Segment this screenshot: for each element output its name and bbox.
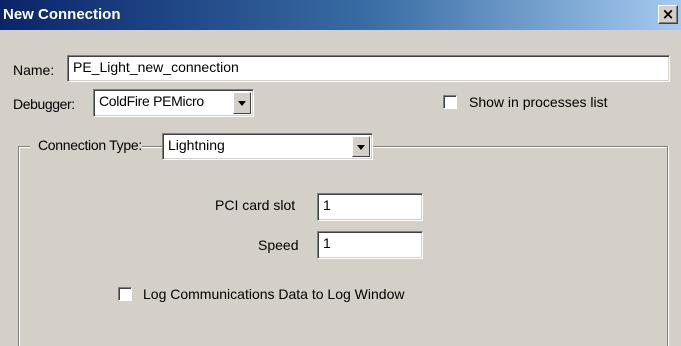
pci-card-slot-label: PCI card slot <box>215 197 296 213</box>
connection-type-select[interactable]: Lightning <box>162 133 373 160</box>
show-in-processes-checkbox[interactable] <box>443 95 457 109</box>
speed-input[interactable]: 1 <box>317 231 423 259</box>
debugger-select-value: ColdFire PEMicro <box>99 93 204 109</box>
name-input[interactable]: PE_Light_new_connection <box>67 55 670 82</box>
chevron-down-icon[interactable] <box>233 92 251 114</box>
pci-card-slot-value: 1 <box>323 197 331 213</box>
debugger-label: Debugger: <box>13 96 75 112</box>
connection-type-select-value: Lightning <box>168 137 225 153</box>
group-border-right <box>667 146 668 346</box>
name-label: Name: <box>13 62 55 78</box>
connection-type-label: Connection Type: <box>38 137 142 153</box>
log-comm-label: Log Communications Data to Log Window <box>143 286 405 302</box>
speed-label: Speed <box>258 237 299 253</box>
title-bar[interactable]: New Connection × <box>0 0 681 30</box>
window-title: New Connection <box>3 6 121 23</box>
speed-value: 1 <box>323 235 331 251</box>
log-comm-checkbox[interactable] <box>118 287 132 301</box>
show-in-processes-label: Show in processes list <box>469 94 608 110</box>
name-input-value: PE_Light_new_connection <box>73 59 239 75</box>
debugger-select[interactable]: ColdFire PEMicro <box>93 89 254 117</box>
close-icon: × <box>661 5 675 23</box>
pci-card-slot-input[interactable]: 1 <box>317 193 423 221</box>
chevron-down-icon[interactable] <box>352 136 370 157</box>
connection-type-legend: Connection Type: <box>30 132 142 162</box>
close-button[interactable]: × <box>658 5 678 24</box>
